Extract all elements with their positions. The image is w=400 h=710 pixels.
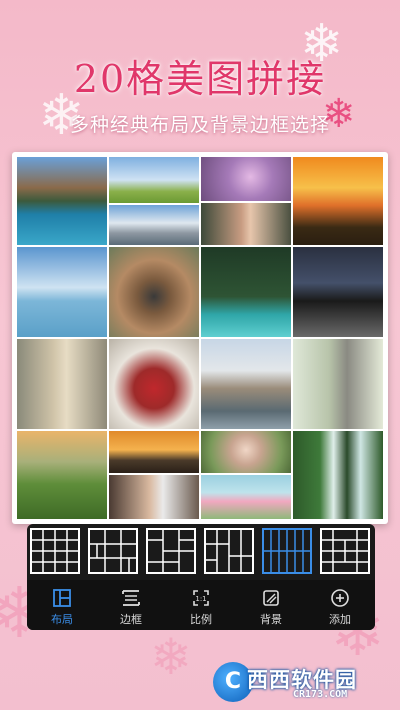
- tab-ratio[interactable]: 1:1 比例: [166, 580, 236, 630]
- photo-tile-sunset-grass[interactable]: [292, 156, 384, 246]
- page-subtitle: 多种经典布局及背景边框选择: [69, 114, 330, 136]
- add-icon: [331, 589, 349, 607]
- tab-label: 添加: [329, 613, 351, 626]
- site-url: CR173.COM: [293, 689, 348, 700]
- editor-toolbar: 布局 边框 1:1 比例 背景 添加: [27, 524, 375, 630]
- tab-layout[interactable]: 布局: [27, 580, 97, 630]
- photo-tile-girl-stairs[interactable]: [16, 338, 108, 430]
- photo-tile-blossom[interactable]: [200, 156, 292, 202]
- photo-tile-girl-garden[interactable]: [292, 338, 384, 430]
- photo-tile-waterfall[interactable]: [292, 430, 384, 520]
- tab-background[interactable]: 背景: [236, 580, 306, 630]
- layout-grid-icon-selected[interactable]: [262, 528, 312, 574]
- tab-label: 背景: [260, 613, 282, 626]
- layout-grid-icon[interactable]: [88, 528, 138, 574]
- tab-label: 布局: [51, 613, 73, 626]
- layout-icon: [53, 589, 71, 607]
- photo-tile-camera-girl[interactable]: [108, 246, 200, 338]
- tab-border[interactable]: 边框: [96, 580, 166, 630]
- tab-label: 比例: [190, 613, 212, 626]
- tab-add[interactable]: 添加: [305, 580, 375, 630]
- layout-grid-icon[interactable]: [320, 528, 370, 574]
- photo-tile-pink-flowers[interactable]: [200, 474, 292, 520]
- bottom-tab-bar: 布局 边框 1:1 比例 背景 添加: [27, 580, 375, 630]
- photo-tile-mountain-lake[interactable]: [16, 156, 108, 246]
- snowflake-icon: ❄: [150, 628, 192, 686]
- site-watermark: C 西西软件园 CR173.COM: [213, 662, 385, 702]
- tab-label: 边框: [120, 613, 142, 626]
- photo-tile-woman-phone[interactable]: [108, 474, 200, 520]
- photo-tile-girl-portrait[interactable]: [200, 202, 292, 246]
- layout-grid-icon[interactable]: [204, 528, 254, 574]
- photo-tile-sky-sea[interactable]: [16, 246, 108, 338]
- photo-tile-city-sunset[interactable]: [108, 430, 200, 474]
- photo-collage[interactable]: [12, 152, 388, 524]
- photo-tile-car-field[interactable]: [108, 156, 200, 204]
- photo-tile-green-hills[interactable]: [16, 430, 108, 520]
- photo-tile-forest-lake[interactable]: [200, 246, 292, 338]
- photo-tile-christmas-dolls[interactable]: [108, 338, 200, 430]
- photo-tile-flower-girl[interactable]: [200, 430, 292, 474]
- ratio-icon-text: 1:1: [195, 595, 206, 603]
- photo-tile-castle[interactable]: [200, 338, 292, 430]
- layout-grid-icon[interactable]: [30, 528, 80, 574]
- ratio-icon: 1:1: [193, 590, 209, 606]
- layout-grid-icon[interactable]: [146, 528, 196, 574]
- layout-picker[interactable]: [27, 524, 375, 578]
- page-title: 20格美图拼接: [73, 57, 327, 101]
- background-icon: [263, 590, 279, 606]
- border-icon: [122, 590, 140, 606]
- photo-tile-girl-no-shirt[interactable]: [292, 246, 384, 338]
- photo-tile-snow-mountains[interactable]: [108, 204, 200, 246]
